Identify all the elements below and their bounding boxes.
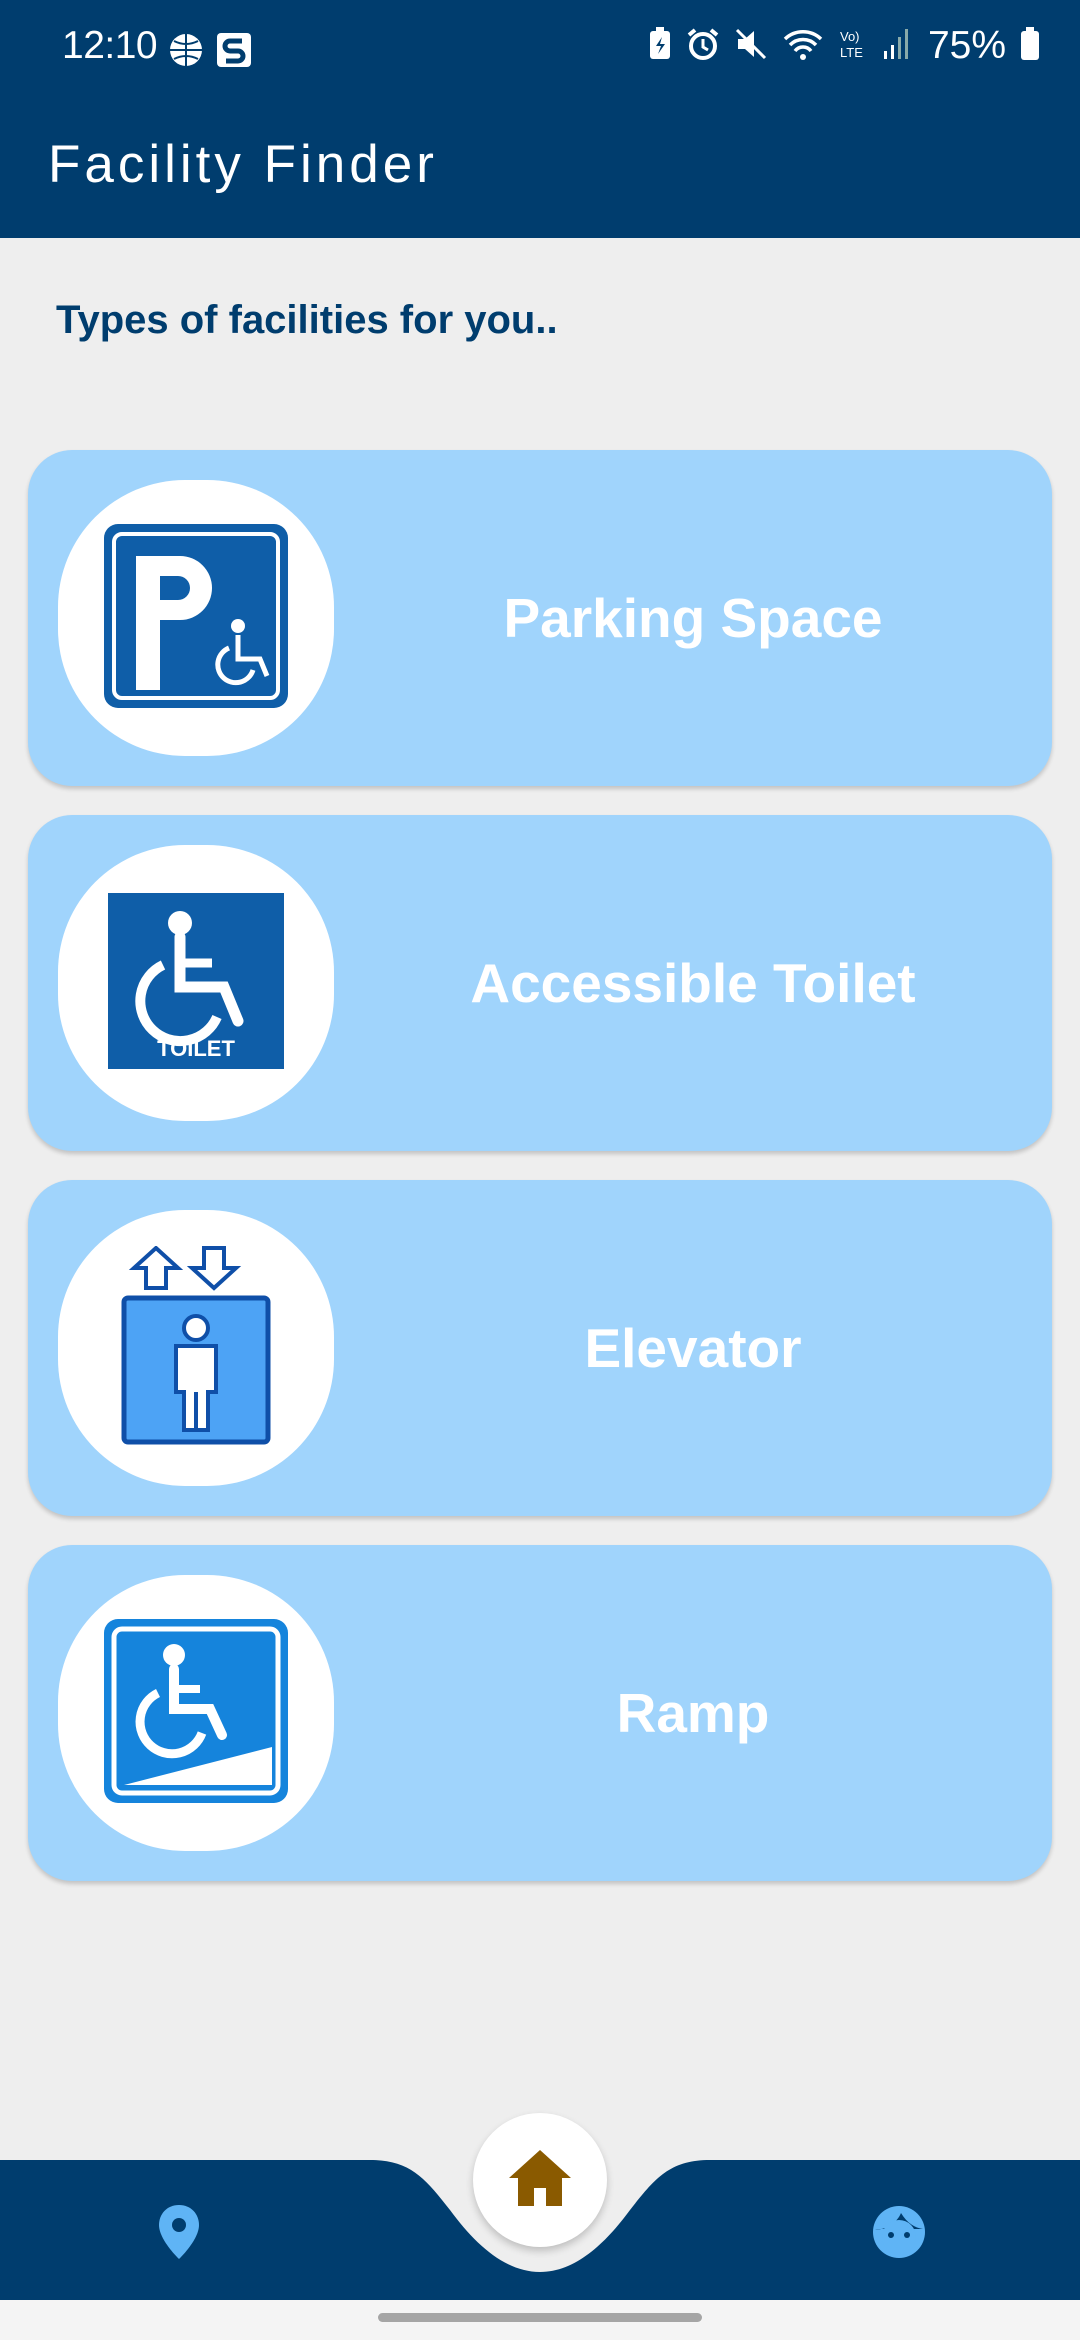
- battery-percent: 75%: [927, 24, 1006, 67]
- location-pin-icon: [150, 2205, 208, 2265]
- nav-profile-button[interactable]: [870, 2203, 928, 2266]
- facility-card-accessible-toilet[interactable]: TOILET Accessible Toilet: [28, 815, 1052, 1151]
- facility-label: Parking Space: [503, 587, 883, 649]
- ramp-icon: [102, 1617, 290, 1810]
- volte-icon: Vo) LTE: [838, 27, 868, 66]
- globe-icon: [168, 32, 204, 73]
- svg-text:Vo): Vo): [840, 29, 860, 44]
- face-icon: [870, 2206, 928, 2265]
- app-bar: Facility Finder: [0, 100, 1080, 238]
- toilet-sign-text: TOILET: [157, 1036, 235, 1061]
- facility-card-parking-space[interactable]: Parking Space: [28, 450, 1052, 786]
- section-title: Types of facilities for you..: [56, 298, 558, 342]
- facility-icon-container: [58, 1210, 334, 1486]
- facility-card-ramp[interactable]: Ramp: [28, 1545, 1052, 1881]
- app-title: Facility Finder: [48, 135, 438, 194]
- facility-label: Accessible Toilet: [470, 952, 916, 1014]
- elevator-icon: [116, 1244, 276, 1451]
- facility-icon-container: [58, 480, 334, 756]
- accessible-parking-icon: [102, 522, 290, 715]
- gesture-handle[interactable]: [378, 2313, 702, 2322]
- facility-icon-container: [58, 1575, 334, 1851]
- home-icon: [507, 2148, 573, 2213]
- battery-icon: [1020, 26, 1040, 66]
- accessible-toilet-icon: TOILET: [108, 892, 284, 1074]
- facility-label: Ramp: [616, 1682, 770, 1744]
- s-app-icon: [216, 32, 252, 73]
- alarm-icon: [686, 27, 720, 66]
- nav-map-button[interactable]: [150, 2203, 208, 2266]
- battery-saver-icon: [648, 26, 672, 66]
- svg-text:LTE: LTE: [840, 45, 863, 60]
- wifi-icon: [782, 27, 824, 66]
- facility-label: Elevator: [584, 1317, 802, 1379]
- mute-icon: [734, 27, 768, 66]
- status-time: 12:10: [62, 24, 158, 67]
- facility-card-elevator[interactable]: Elevator: [28, 1180, 1052, 1516]
- status-bar: 12:10 Vo) LTE 75%: [0, 0, 1080, 100]
- signal-icon: [882, 27, 910, 66]
- nav-home-button[interactable]: [473, 2113, 607, 2247]
- facility-icon-container: TOILET: [58, 845, 334, 1121]
